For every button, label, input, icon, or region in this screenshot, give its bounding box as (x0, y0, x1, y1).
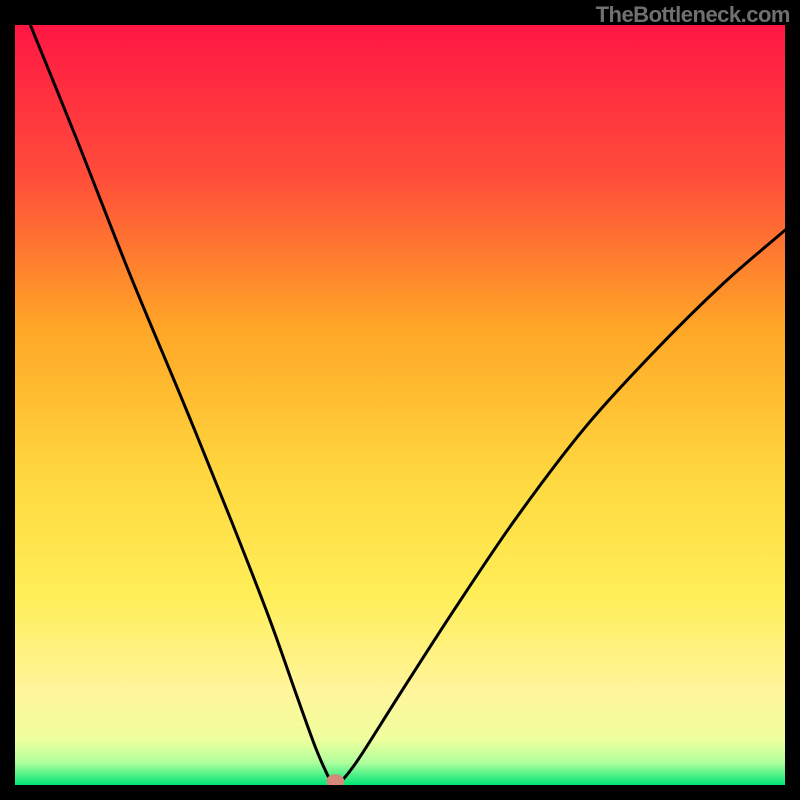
gradient-background (15, 25, 785, 785)
plot-area (15, 25, 785, 785)
chart-svg (15, 25, 785, 785)
watermark-text: TheBottleneck.com (596, 2, 790, 28)
chart-container: TheBottleneck.com (0, 0, 800, 800)
